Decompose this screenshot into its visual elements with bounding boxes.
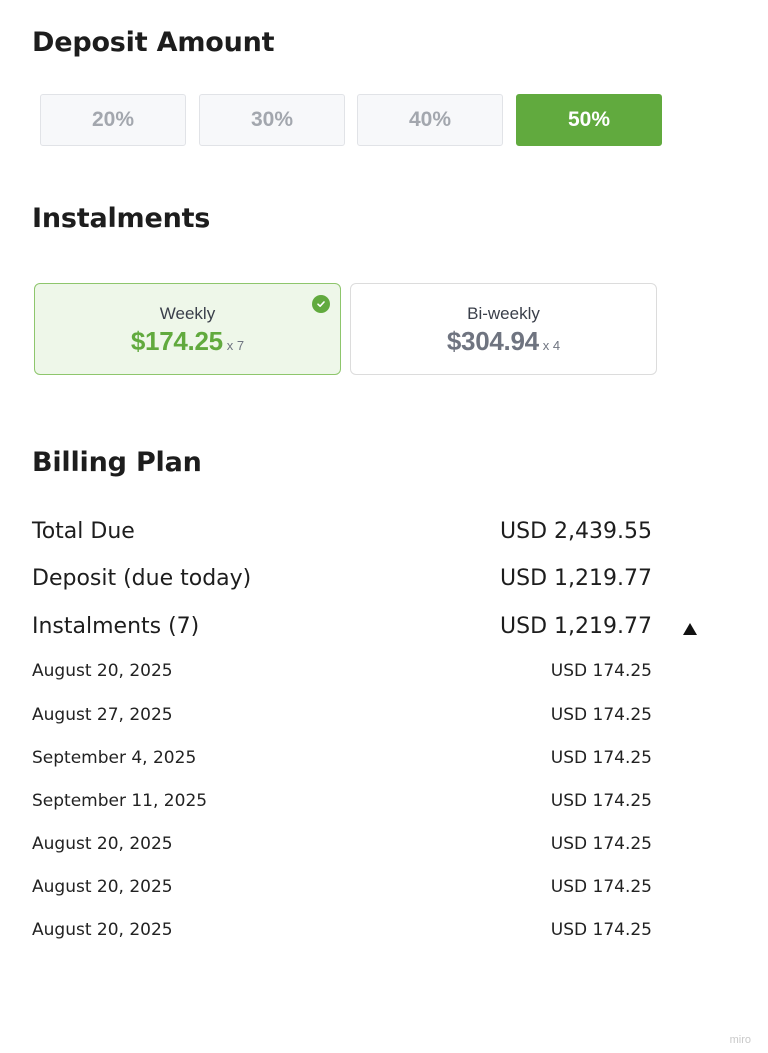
instalment-option-bi-weekly[interactable]: Bi-weekly $304.94 x 4 <box>350 283 657 375</box>
schedule-amount: USD 174.25 <box>550 877 652 897</box>
total-due-value: USD 2,439.55 <box>500 519 652 544</box>
instalment-count: x 4 <box>542 338 561 353</box>
check-circle-icon <box>312 295 330 313</box>
deposit-option-50[interactable]: 50% <box>516 94 662 146</box>
schedule-amount: USD 174.25 <box>550 705 652 725</box>
deposit-due-label: Deposit (due today) <box>32 566 252 591</box>
deposit-option-20[interactable]: 20% <box>40 94 186 146</box>
schedule-amount: USD 174.25 <box>550 920 652 940</box>
schedule-date: August 20, 2025 <box>32 661 173 681</box>
total-due-label: Total Due <box>32 519 135 544</box>
schedule-date: August 20, 2025 <box>32 920 173 940</box>
instalments-summary-row[interactable]: Instalments (7) USD 1,219.77 <box>32 614 652 639</box>
instalment-amount: $304.94 <box>446 326 539 356</box>
instalment-amount-line: $174.25 x 7 <box>35 326 340 357</box>
schedule-row: September 4, 2025 USD 174.25 <box>32 748 652 768</box>
schedule-row: August 20, 2025 USD 174.25 <box>32 834 652 854</box>
instalments-title: Instalments <box>32 203 211 234</box>
instalment-option-weekly[interactable]: Weekly $174.25 x 7 <box>34 283 341 375</box>
deposit-amount-title: Deposit Amount <box>32 27 275 58</box>
triangle-up-icon[interactable] <box>681 620 699 638</box>
instalment-frequency-label: Weekly <box>159 304 216 323</box>
billing-plan-title: Billing Plan <box>32 447 202 478</box>
instalment-amount-line: $304.94 x 4 <box>351 326 656 357</box>
instalments-summary-value: USD 1,219.77 <box>500 614 652 639</box>
schedule-date: August 20, 2025 <box>32 877 173 897</box>
instalment-frequency-label: Bi-weekly <box>467 304 540 323</box>
schedule-amount: USD 174.25 <box>550 791 652 811</box>
schedule-row: August 20, 2025 USD 174.25 <box>32 877 652 897</box>
deposit-option-30[interactable]: 30% <box>199 94 345 146</box>
schedule-row: August 27, 2025 USD 174.25 <box>32 705 652 725</box>
schedule-row: August 20, 2025 USD 174.25 <box>32 920 652 940</box>
miro-watermark: miro <box>729 1034 751 1046</box>
instalments-summary-label: Instalments (7) <box>32 614 200 639</box>
schedule-amount: USD 174.25 <box>550 748 652 768</box>
deposit-due-row: Deposit (due today) USD 1,219.77 <box>32 566 652 591</box>
instalment-amount: $174.25 <box>130 326 223 356</box>
deposit-option-40[interactable]: 40% <box>357 94 503 146</box>
schedule-row: September 11, 2025 USD 174.25 <box>32 791 652 811</box>
schedule-date: August 27, 2025 <box>32 705 173 725</box>
schedule-date: September 11, 2025 <box>32 791 208 811</box>
schedule-amount: USD 174.25 <box>550 661 652 681</box>
schedule-date: September 4, 2025 <box>32 748 197 768</box>
schedule-amount: USD 174.25 <box>550 834 652 854</box>
schedule-row: August 20, 2025 USD 174.25 <box>32 661 652 681</box>
instalment-count: x 7 <box>226 338 245 353</box>
total-due-row: Total Due USD 2,439.55 <box>32 519 652 544</box>
deposit-options: 20% 30% 40% 50% <box>40 94 680 148</box>
deposit-due-value: USD 1,219.77 <box>500 566 652 591</box>
schedule-date: August 20, 2025 <box>32 834 173 854</box>
